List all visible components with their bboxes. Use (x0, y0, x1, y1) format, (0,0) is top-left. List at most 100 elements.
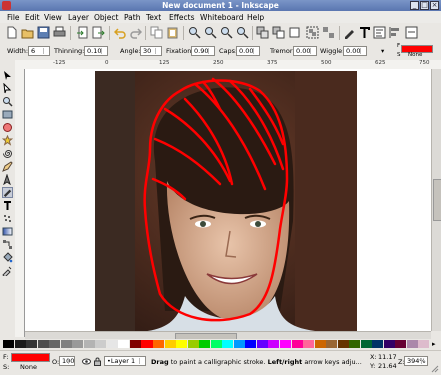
layer-selector[interactable]: •Layer 1 (104, 356, 146, 366)
export-icon[interactable] (92, 26, 105, 39)
selector-tool-icon[interactable] (2, 70, 13, 81)
dropper-tool-icon[interactable] (2, 265, 13, 276)
palette-swatch[interactable] (395, 340, 407, 348)
fill-stroke-icon[interactable] (343, 26, 356, 39)
palette-swatch[interactable] (49, 340, 61, 348)
pencil-tool-icon[interactable] (2, 161, 13, 172)
zoom-field[interactable]: 394% (404, 356, 428, 366)
wiggle-field[interactable]: 0.00 (343, 46, 367, 56)
redo-icon[interactable] (129, 26, 142, 39)
palette-swatch[interactable] (118, 340, 130, 348)
palette-swatch[interactable] (83, 340, 95, 348)
zoom-selection-icon[interactable] (188, 26, 201, 39)
spray-tool-icon[interactable] (2, 213, 13, 224)
menu-view[interactable]: View (44, 13, 62, 22)
copy-icon[interactable] (150, 26, 163, 39)
pen-tool-icon[interactable] (2, 174, 13, 185)
save-icon[interactable] (37, 26, 50, 39)
palette-swatch[interactable] (372, 340, 384, 348)
align-icon[interactable] (389, 26, 402, 39)
palette-swatch[interactable] (153, 340, 165, 348)
palette-swatch[interactable] (72, 340, 84, 348)
xml-editor-icon[interactable] (373, 26, 386, 39)
palette-swatch[interactable] (326, 340, 338, 348)
opacity-field[interactable]: 100 (59, 356, 75, 366)
palette-swatch[interactable] (187, 340, 199, 348)
palette-swatch[interactable] (37, 340, 49, 348)
fixation-field[interactable]: 0.90 (191, 46, 215, 56)
palette-swatch[interactable] (291, 340, 303, 348)
palette-swatch[interactable] (14, 340, 26, 348)
duplicate-icon[interactable] (256, 26, 269, 39)
vertical-scrollbar[interactable] (431, 69, 441, 331)
palette-swatch[interactable] (337, 340, 349, 348)
paste-icon[interactable] (166, 26, 179, 39)
more-controls-chevron-icon[interactable]: ▾ (381, 47, 384, 55)
vertical-scroll-thumb[interactable] (433, 179, 441, 221)
clone-icon[interactable] (272, 26, 285, 39)
palette-swatch[interactable] (95, 340, 107, 348)
palette-swatch[interactable] (314, 340, 326, 348)
palette-swatch[interactable] (199, 340, 211, 348)
unlink-icon[interactable] (288, 26, 301, 39)
menu-path[interactable]: Path (124, 13, 140, 22)
palette-swatch[interactable] (164, 340, 176, 348)
palette-swatch[interactable] (106, 340, 118, 348)
menu-whiteboard[interactable]: Whiteboard (200, 13, 243, 22)
menu-layer[interactable]: Layer (68, 13, 89, 22)
minimize-button[interactable]: _ (410, 1, 419, 10)
thinning-field[interactable]: 0.10 (84, 46, 108, 56)
palette-swatch[interactable] (210, 340, 222, 348)
close-button[interactable]: × (430, 1, 439, 10)
palette-swatch[interactable] (279, 340, 291, 348)
group-icon[interactable] (306, 26, 319, 39)
drawing-canvas[interactable] (25, 69, 431, 331)
rectangle-tool-icon[interactable] (2, 109, 13, 120)
fill-swatch[interactable] (11, 353, 50, 362)
undo-icon[interactable] (114, 26, 127, 39)
tremor-field[interactable]: 0.00 (293, 46, 317, 56)
gradient-tool-icon[interactable] (2, 226, 13, 237)
ungroup-icon[interactable] (322, 26, 335, 39)
palette-swatch[interactable] (303, 340, 315, 348)
caps-field[interactable]: 0.00 (236, 46, 260, 56)
lock-icon[interactable] (93, 357, 102, 366)
menu-help[interactable]: Help (247, 13, 264, 22)
menu-text[interactable]: Text (146, 13, 161, 22)
palette-swatch[interactable] (222, 340, 234, 348)
palette-swatch[interactable] (26, 340, 38, 348)
menu-edit[interactable]: Edit (25, 13, 40, 22)
palette-swatch[interactable] (268, 340, 280, 348)
palette-swatch[interactable] (360, 340, 372, 348)
bucket-tool-icon[interactable] (2, 252, 13, 263)
print-icon[interactable] (53, 26, 66, 39)
ellipse-tool-icon[interactable] (2, 122, 13, 133)
palette-swatch[interactable] (256, 340, 268, 348)
palette-swatch[interactable] (418, 340, 430, 348)
import-icon[interactable] (76, 26, 89, 39)
palette-swatch[interactable] (349, 340, 361, 348)
width-field[interactable]: 6 (28, 46, 50, 56)
text-tool-icon[interactable] (2, 200, 13, 211)
calligraphy-strokes[interactable] (25, 69, 431, 331)
zoom-drawing-icon[interactable] (204, 26, 217, 39)
zoom-page-icon[interactable] (220, 26, 233, 39)
menu-effects[interactable]: Effects (169, 13, 195, 22)
connector-tool-icon[interactable] (2, 239, 13, 250)
palette-swatch[interactable] (129, 340, 141, 348)
palette-swatch[interactable] (406, 340, 418, 348)
star-tool-icon[interactable] (2, 135, 13, 146)
palette-swatch[interactable] (176, 340, 188, 348)
palette-swatch[interactable] (141, 340, 153, 348)
angle-field[interactable]: 30 (140, 46, 162, 56)
preferences-icon[interactable] (405, 26, 418, 39)
palette-swatch[interactable] (3, 340, 15, 348)
calligraphy-tool-icon[interactable] (2, 187, 13, 198)
new-icon[interactable] (5, 26, 18, 39)
menu-file[interactable]: File (7, 13, 20, 22)
menu-object[interactable]: Object (94, 13, 118, 22)
resize-grip-icon[interactable] (430, 364, 439, 373)
maximize-button[interactable]: □ (420, 1, 429, 10)
palette-swatch[interactable] (233, 340, 245, 348)
palette-swatch[interactable] (245, 340, 257, 348)
